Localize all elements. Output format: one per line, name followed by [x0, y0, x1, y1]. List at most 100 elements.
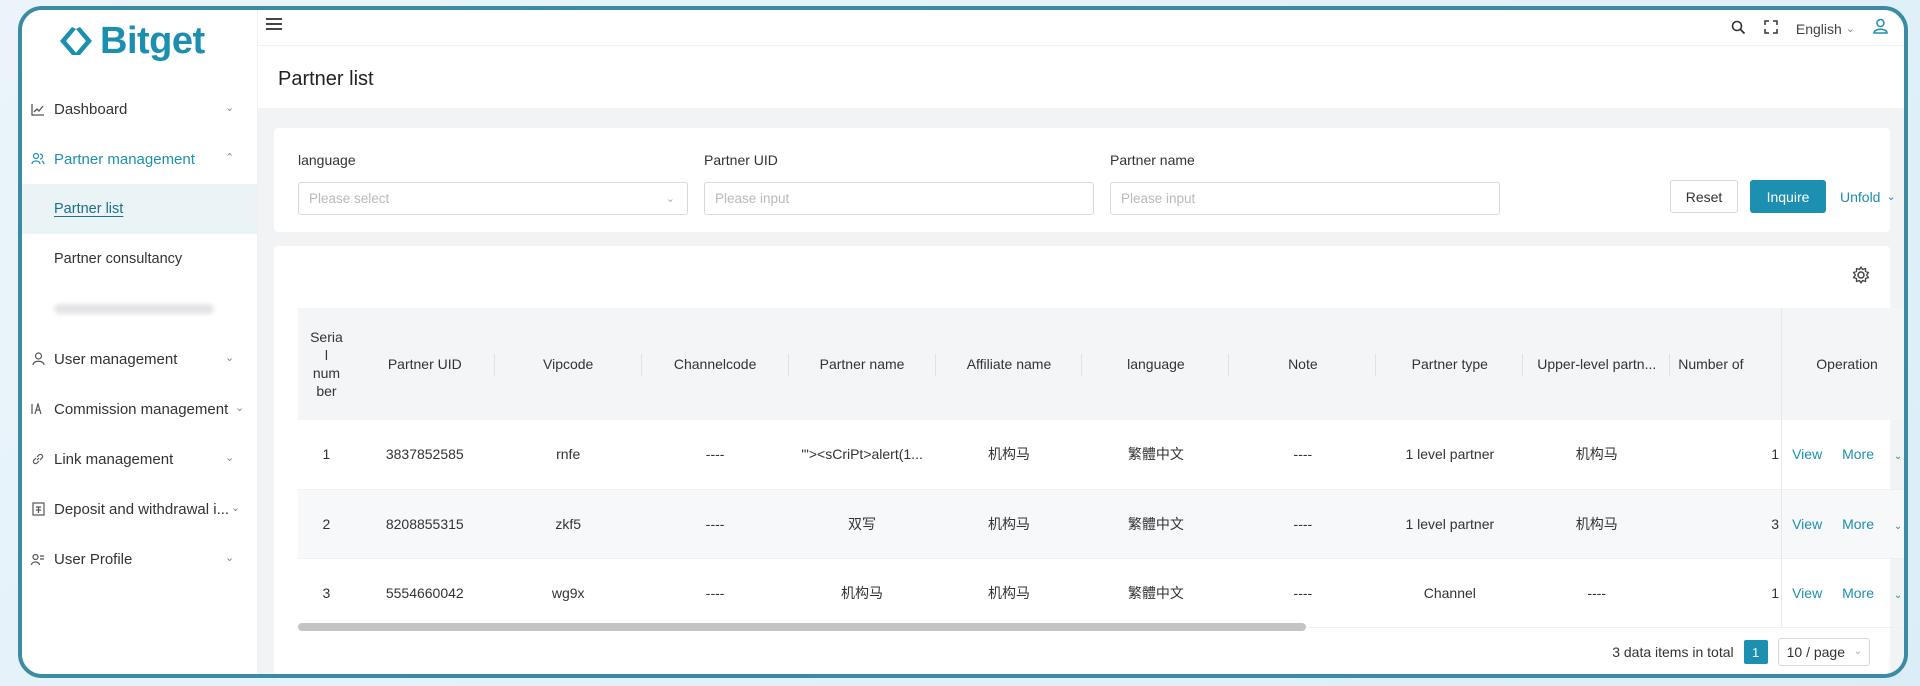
- horizontal-scrollbar[interactable]: [298, 623, 1306, 631]
- filter-panel: language Please select ⌄ Partner UID Ple…: [274, 128, 1896, 232]
- sidebar-item-deposit-withdrawal[interactable]: Deposit and withdrawal i... ⌄: [22, 484, 257, 534]
- language-selector[interactable]: English ⌄: [1796, 21, 1855, 37]
- sidebar-subitem-redacted[interactable]: [22, 284, 257, 334]
- cell-number: 1: [1771, 446, 1780, 463]
- chevron-down-icon: ⌄: [235, 402, 245, 414]
- filter-label: Partner name: [1110, 152, 1195, 168]
- more-dropdown[interactable]: More ⌄: [1842, 585, 1904, 601]
- cell-partner-type: 1 level partner: [1405, 446, 1495, 463]
- table-row: 1 3837852585 rnfe ---- '"><sCriPt>alert(…: [298, 420, 1904, 489]
- bitget-logo-icon: [60, 27, 92, 55]
- column-header: Vipcode: [495, 308, 642, 420]
- language-select[interactable]: Please select ⌄: [298, 182, 688, 215]
- cell-uid: 5554660042: [385, 584, 464, 601]
- partner-table: Seria l num ber Partner UID Vipcode Chan…: [298, 308, 1904, 628]
- cell-operation: View More ⌄: [1781, 558, 1904, 627]
- partner-name-input[interactable]: Please input: [1110, 182, 1500, 215]
- more-dropdown[interactable]: More ⌄: [1842, 516, 1904, 532]
- sidebar-subitem-partner-list[interactable]: Partner list: [22, 184, 257, 234]
- cell-partner-name: '"><sCriPt>alert(1...: [801, 446, 923, 463]
- cell-number: 3: [1771, 515, 1780, 532]
- profile-icon: [30, 551, 46, 567]
- cell-language: 繁體中文: [1127, 446, 1184, 463]
- chevron-down-icon: ⌄: [225, 452, 235, 464]
- cell-channelcode: ----: [705, 446, 725, 463]
- column-header: Upper-level partn...: [1523, 308, 1671, 420]
- sidebar-item-partner-management[interactable]: Partner management ⌃: [22, 134, 257, 184]
- redacted-text: [54, 304, 214, 314]
- chevron-down-icon: ⌄: [1893, 451, 1903, 463]
- sidebar-item-user-management[interactable]: User management ⌄: [22, 334, 257, 384]
- column-header: Number of: [1678, 356, 1744, 372]
- top-bar: English ⌄: [258, 10, 1904, 46]
- chart-icon: [30, 101, 46, 117]
- filter-partner-uid: Partner UID Please input: [704, 152, 1094, 215]
- page-title: Partner list: [278, 68, 374, 90]
- user-icon: [30, 351, 46, 367]
- view-link[interactable]: View: [1792, 516, 1822, 532]
- sidebar-subitem-partner-consultancy[interactable]: Partner consultancy: [22, 234, 257, 284]
- chevron-down-icon: ⌄: [1893, 520, 1903, 532]
- reset-button[interactable]: Reset: [1670, 180, 1738, 213]
- sidebar-item-link-management[interactable]: Link management ⌄: [22, 434, 257, 484]
- cell-vipcode: rnfe: [556, 446, 581, 463]
- column-header: Partner type: [1376, 308, 1524, 420]
- sidebar-item-label: Deposit and withdrawal i...: [54, 500, 230, 518]
- sidebar-item-label: Commission management: [54, 400, 229, 418]
- cell-note: ----: [1293, 446, 1313, 463]
- filter-label: Partner UID: [704, 152, 778, 168]
- page-header: Partner list: [258, 46, 1904, 108]
- unfold-button[interactable]: Unfold ⌄: [1840, 180, 1904, 213]
- cell-upper-level: ----: [1587, 584, 1607, 601]
- cell-partner-name: 机构马: [841, 584, 884, 601]
- cell-number: 1: [1771, 584, 1780, 601]
- column-header: Note: [1229, 308, 1377, 420]
- sidebar: Bitget Dashboard ⌄ Partner management ⌃ …: [22, 10, 258, 674]
- cell-affiliate-name: 机构马: [987, 446, 1030, 463]
- column-header: language: [1082, 308, 1230, 420]
- chevron-down-icon: ⌄: [225, 352, 235, 364]
- brand-name: Bitget: [100, 19, 205, 62]
- chevron-down-icon: ⌄: [665, 193, 675, 205]
- filter-partner-name: Partner name Please input: [1110, 152, 1500, 215]
- partner-uid-input[interactable]: Please input: [704, 182, 1094, 215]
- cell-partner-type: 1 level partner: [1405, 515, 1495, 532]
- sidebar-item-commission-management[interactable]: Commission management ⌄: [22, 384, 257, 434]
- filter-label: language: [298, 152, 356, 168]
- deposit-icon: [30, 501, 46, 517]
- brand-logo[interactable]: Bitget: [22, 10, 257, 72]
- cell-serial: 2: [322, 515, 331, 532]
- search-icon[interactable]: [1731, 20, 1746, 38]
- sidebar-item-label: Dashboard: [54, 100, 128, 118]
- partner-icon: [30, 151, 46, 167]
- view-link[interactable]: View: [1792, 585, 1822, 601]
- sidebar-item-label: Partner management: [54, 150, 195, 168]
- inquire-button[interactable]: Inquire: [1750, 180, 1826, 213]
- cell-upper-level: 机构马: [1575, 446, 1618, 463]
- chevron-down-icon: ⌄: [225, 102, 235, 114]
- page-size-select[interactable]: 10 / page ⌄: [1777, 638, 1870, 666]
- table-header-row: Seria l num ber Partner UID Vipcode Chan…: [298, 308, 1904, 420]
- link-icon: [30, 451, 46, 467]
- column-header: Operation: [1781, 308, 1904, 420]
- cell-note: ----: [1293, 515, 1313, 532]
- page-button[interactable]: 1: [1743, 640, 1768, 664]
- cell-language: 繁體中文: [1127, 515, 1184, 532]
- cell-operation: View More ⌄: [1781, 489, 1904, 558]
- commission-icon: [30, 401, 46, 417]
- pagination: 3 data items in total 1 10 / page ⌄: [1612, 638, 1870, 666]
- cell-partner-name: 双写: [848, 515, 877, 532]
- cell-uid: 8208855315: [385, 515, 464, 532]
- gear-icon[interactable]: [1852, 266, 1870, 284]
- menu-toggle-icon[interactable]: [266, 18, 282, 32]
- cell-vipcode: wg9x: [551, 584, 585, 601]
- sidebar-item-dashboard[interactable]: Dashboard ⌄: [22, 84, 257, 134]
- fullscreen-icon[interactable]: [1764, 20, 1778, 37]
- chevron-down-icon: ⌄: [231, 502, 241, 514]
- sidebar-item-user-profile[interactable]: User Profile ⌄: [22, 534, 257, 584]
- column-header: Partner name: [789, 308, 936, 420]
- user-avatar-icon[interactable]: [1873, 18, 1888, 39]
- more-dropdown[interactable]: More ⌄: [1842, 446, 1904, 463]
- view-link[interactable]: View: [1792, 446, 1822, 462]
- total-count: 3 data items in total: [1612, 644, 1734, 660]
